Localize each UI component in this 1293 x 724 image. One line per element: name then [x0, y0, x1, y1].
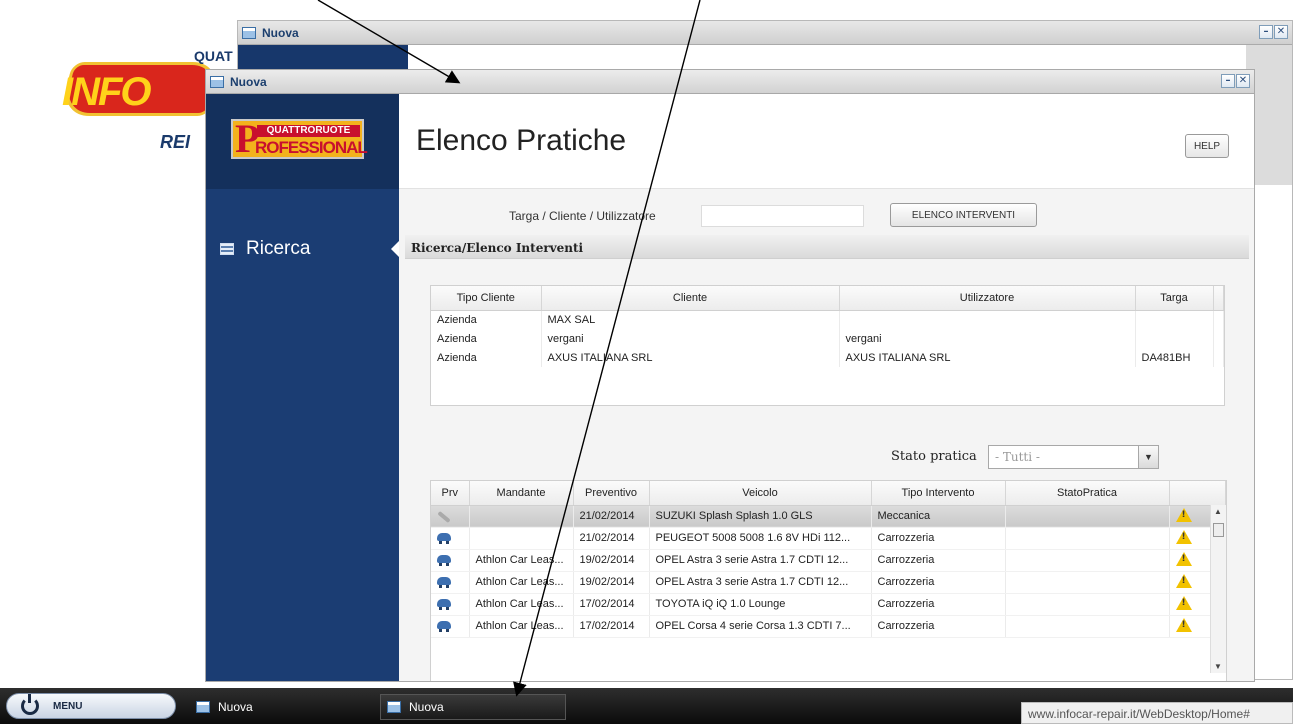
car-icon	[437, 533, 451, 544]
main-content: Elenco Pratiche HELP Targa / Cliente / U…	[399, 94, 1254, 681]
minimize-icon[interactable]: –	[1221, 74, 1235, 88]
column-header[interactable]: StatoPratica	[1005, 481, 1170, 506]
minimize-icon[interactable]: –	[1259, 25, 1273, 39]
table-row[interactable]: Athlon Car Leas... 19/02/2014 OPEL Astra…	[431, 571, 1226, 594]
section-bar: Ricerca/Elenco Interventi	[405, 235, 1249, 259]
table-row[interactable]: 21/02/2014 PEUGEOT 5008 5008 1.6 8V HDi …	[431, 527, 1226, 550]
column-header[interactable]: Targa	[1135, 286, 1214, 311]
front-window[interactable]: Nuova – ✕ P QUATTRORUOTE ROFESSIONAL Ric…	[205, 69, 1255, 682]
menu-button[interactable]: MENU	[6, 693, 176, 719]
status-url: www.infocar-repair.it/WebDesktop/Home#	[1021, 702, 1293, 724]
warning-icon[interactable]	[1175, 529, 1192, 544]
sidebar-item-ricerca[interactable]: Ricerca	[206, 231, 400, 267]
scroll-thumb[interactable]	[1213, 523, 1224, 537]
front-window-titlebar[interactable]: Nuova – ✕	[206, 70, 1254, 94]
car-icon	[437, 621, 451, 632]
car-icon	[437, 555, 451, 566]
practices-table: Prv Mandante Preventivo Veicolo Tipo Int…	[430, 480, 1227, 681]
menu-label: MENU	[53, 700, 83, 712]
table-row[interactable]: Athlon Car Leas... 17/02/2014 TOYOTA iQ …	[431, 593, 1226, 616]
page-body: Targa / Cliente / Utilizzatore ELENCO IN…	[399, 189, 1254, 681]
chevron-down-icon[interactable]: ▼	[1138, 446, 1158, 468]
warning-icon[interactable]	[1175, 507, 1192, 522]
wrench-icon	[437, 510, 451, 524]
close-icon[interactable]: ✕	[1274, 25, 1288, 39]
back-window-titlebar[interactable]: Nuova – ✕	[238, 21, 1292, 45]
column-header[interactable]: Utilizzatore	[839, 286, 1136, 311]
front-window-title: Nuova	[230, 74, 267, 89]
background-logo: INFO QUAT REI	[59, 48, 233, 158]
warning-icon[interactable]	[1175, 551, 1192, 566]
vertical-scrollbar[interactable]: ▲ ▼	[1210, 505, 1226, 673]
sidebar: P QUATTRORUOTE ROFESSIONAL Ricerca	[206, 94, 400, 681]
help-button[interactable]: HELP	[1185, 134, 1229, 158]
page-title: Elenco Pratiche	[416, 124, 627, 157]
window-icon	[196, 701, 210, 713]
scroll-up-icon[interactable]: ▲	[1214, 507, 1222, 516]
column-header[interactable]: Veicolo	[649, 481, 872, 506]
stato-selected-value: - Tutti -	[995, 450, 1040, 464]
column-header[interactable]: Preventivo	[573, 481, 650, 506]
table-row[interactable]: Athlon Car Leas... 19/02/2014 OPEL Astra…	[431, 549, 1226, 572]
taskbar-item-nuova[interactable]: Nuova	[190, 696, 370, 718]
table-row[interactable]: Azienda vergani vergani	[431, 329, 1224, 348]
stato-pratica-label: Stato pratica	[891, 449, 977, 464]
logo-main-text: INFO	[62, 70, 152, 114]
table-row[interactable]: Athlon Car Leas... 17/02/2014 OPEL Corsa…	[431, 615, 1226, 638]
quattroruote-logo: P QUATTRORUOTE ROFESSIONAL	[231, 119, 368, 159]
warning-icon[interactable]	[1175, 617, 1192, 632]
page-header: Elenco Pratiche HELP	[399, 94, 1254, 189]
window-icon	[387, 701, 401, 713]
table-row[interactable]: Azienda MAX SAL	[431, 310, 1224, 329]
search-input[interactable]	[701, 205, 864, 227]
list-icon	[220, 243, 234, 255]
elenco-interventi-button[interactable]: ELENCO INTERVENTI	[890, 203, 1037, 227]
search-row: Targa / Cliente / Utilizzatore ELENCO IN…	[399, 199, 1254, 229]
logo-sub-text: REI	[160, 132, 191, 152]
taskbar-item-nuova-active[interactable]: Nuova	[380, 694, 566, 720]
car-icon	[437, 599, 451, 610]
column-header[interactable]: Tipo Intervento	[871, 481, 1006, 506]
stato-pratica-select[interactable]: - Tutti - ▼	[988, 445, 1159, 469]
column-header[interactable]: Mandante	[469, 481, 574, 506]
power-icon	[21, 694, 39, 715]
table-row[interactable]: 21/02/2014 SUZUKI Splash Splash 1.0 GLS …	[431, 505, 1226, 528]
close-icon[interactable]: ✕	[1236, 74, 1250, 88]
window-icon	[210, 75, 224, 88]
warning-icon[interactable]	[1175, 573, 1192, 588]
back-window-title: Nuova	[262, 25, 299, 40]
warning-icon[interactable]	[1175, 595, 1192, 610]
sidebar-item-label: Ricerca	[246, 238, 311, 259]
clients-table: Tipo Cliente Cliente Utilizzatore Targa …	[430, 285, 1225, 406]
scroll-down-icon[interactable]: ▼	[1214, 662, 1222, 671]
column-header[interactable]: Prv	[431, 481, 470, 506]
search-label: Targa / Cliente / Utilizzatore	[509, 209, 656, 223]
column-header[interactable]: Tipo Cliente	[431, 286, 542, 311]
section-title: Ricerca/Elenco Interventi	[411, 241, 584, 255]
logo-top-text: QUAT	[194, 48, 233, 64]
table-row[interactable]: Azienda AXUS ITALIANA SRL AXUS ITALIANA …	[431, 348, 1224, 367]
car-icon	[437, 577, 451, 588]
column-header[interactable]: Cliente	[541, 286, 840, 311]
taskbar: MENU Nuova Nuova www.infocar-repair.it/W…	[0, 688, 1293, 724]
window-icon	[242, 26, 256, 39]
logo-box: P QUATTRORUOTE ROFESSIONAL	[206, 94, 399, 189]
stato-row: Stato pratica - Tutti - ▼	[399, 441, 1254, 469]
